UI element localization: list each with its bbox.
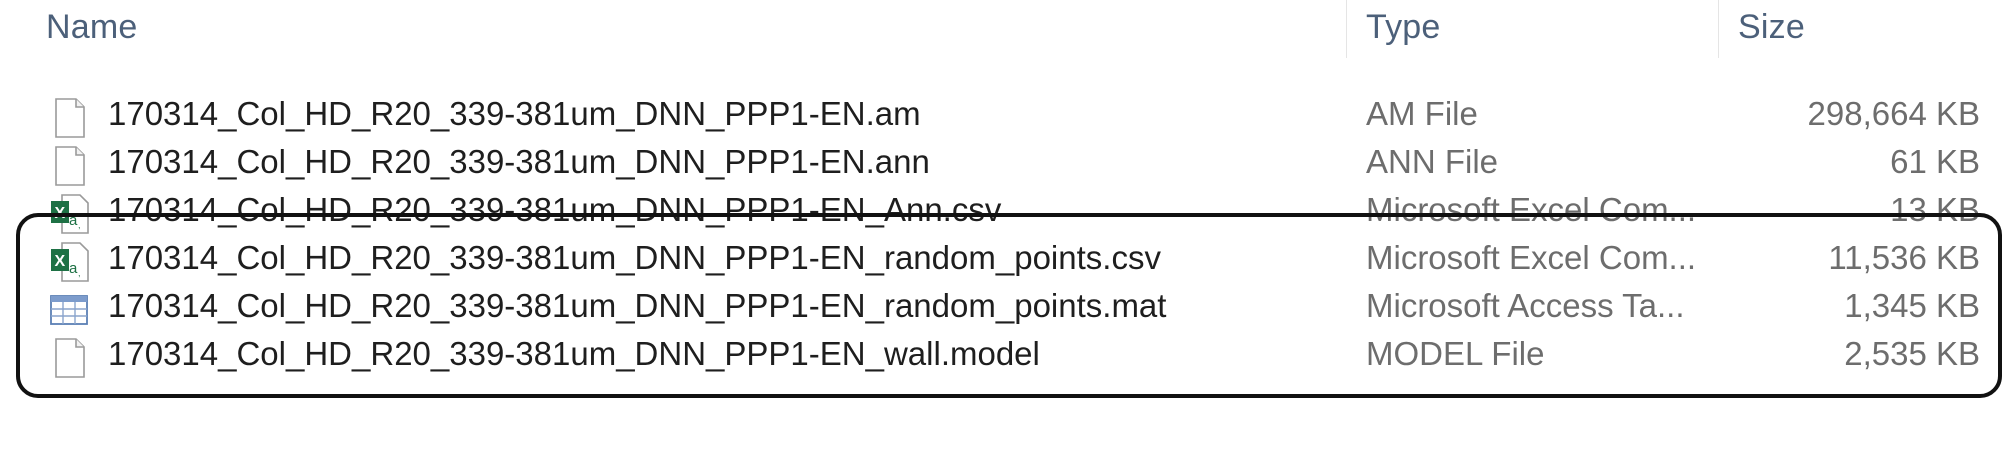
file-name: 170314_Col_HD_R20_339-381um_DNN_PPP1-EN.… bbox=[108, 95, 921, 132]
file-size: 61 KB bbox=[1890, 143, 1980, 180]
highlight-outline bbox=[16, 213, 2002, 398]
file-type: ANN File bbox=[1366, 143, 1499, 180]
file-name: 170314_Col_HD_R20_339-381um_DNN_PPP1-EN.… bbox=[108, 143, 930, 180]
file-type: AM File bbox=[1366, 95, 1478, 132]
file-size: 298,664 KB bbox=[1807, 95, 1980, 132]
